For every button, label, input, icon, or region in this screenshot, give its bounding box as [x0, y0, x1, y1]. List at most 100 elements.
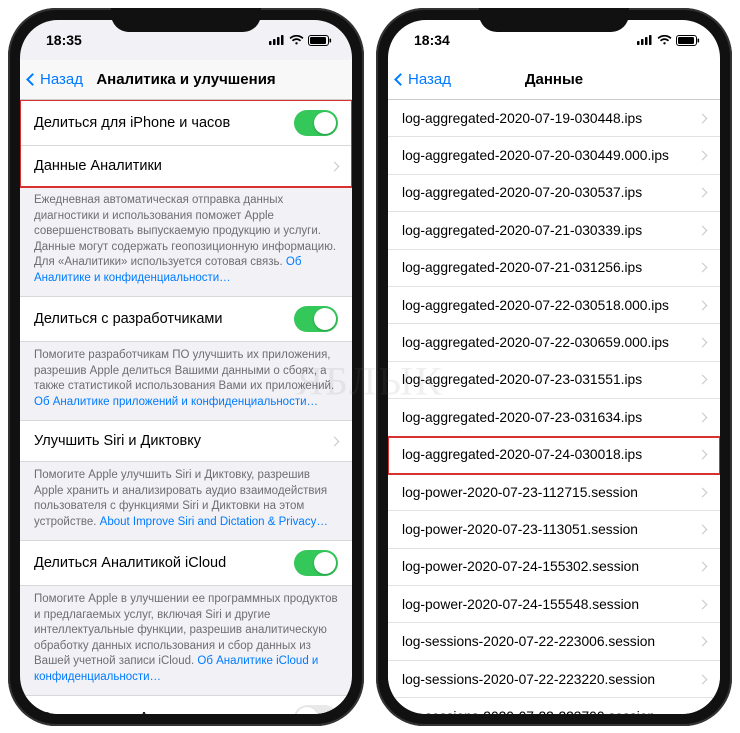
nav-header: Назад Данные: [388, 60, 720, 100]
log-file-row[interactable]: log-aggregated-2020-07-19-030448.ips: [388, 100, 720, 137]
row-analytics-data[interactable]: Данные Аналитики: [20, 146, 352, 186]
label: Делиться Аналитикой iCloud: [34, 555, 226, 571]
log-file-row[interactable]: log-aggregated-2020-07-24-030018.ips: [388, 437, 720, 474]
log-file-row[interactable]: log-aggregated-2020-07-21-031256.ips: [388, 250, 720, 287]
signal-icon: [269, 35, 285, 45]
chevron-right-icon: [698, 188, 708, 198]
footer-icloud: Помогите Apple в улучшении ее программны…: [20, 586, 352, 695]
log-file-row[interactable]: log-sessions-2020-07-22-223220.session: [388, 661, 720, 698]
log-file-name: log-aggregated-2020-07-21-030339.ips: [402, 223, 642, 238]
label: Улучшить Siri и Диктовку: [34, 433, 201, 449]
log-file-row[interactable]: log-sessions-2020-07-22-223006.session: [388, 623, 720, 660]
log-file-row[interactable]: log-power-2020-07-24-155548.session: [388, 586, 720, 623]
group-health: «Здоровье» и «Активность»: [20, 695, 352, 714]
chevron-right-icon: [698, 525, 708, 535]
status-time: 18:35: [46, 32, 82, 48]
log-file-name: log-aggregated-2020-07-22-030659.000.ips: [402, 335, 669, 350]
back-button[interactable]: Назад: [396, 71, 451, 88]
log-file-row[interactable]: log-power-2020-07-24-155302.session: [388, 549, 720, 586]
notch: [479, 8, 629, 32]
screen-right: 18:34 Назад Данные log-aggregated-2020-0…: [388, 20, 720, 714]
log-file-row[interactable]: log-aggregated-2020-07-20-030537.ips: [388, 175, 720, 212]
log-file-name: log-aggregated-2020-07-22-030518.000.ips: [402, 298, 669, 313]
log-file-row[interactable]: log-aggregated-2020-07-21-030339.ips: [388, 212, 720, 249]
chevron-right-icon: [698, 412, 708, 422]
log-file-name: log-sessions-2020-07-22-223220.session: [402, 672, 655, 687]
chevron-right-icon: [698, 225, 708, 235]
log-file-name: log-aggregated-2020-07-23-031551.ips: [402, 372, 642, 387]
back-label: Назад: [408, 71, 451, 88]
log-file-row[interactable]: log-sessions-2020-07-22-223700.session: [388, 698, 720, 714]
log-file-name: log-aggregated-2020-07-21-031256.ips: [402, 260, 642, 275]
chevron-right-icon: [698, 674, 708, 684]
battery-icon: [308, 35, 332, 46]
chevron-right-icon: [330, 436, 340, 446]
wifi-icon: [289, 35, 304, 46]
log-file-row[interactable]: log-power-2020-07-23-113051.session: [388, 511, 720, 548]
content-right[interactable]: log-aggregated-2020-07-19-030448.ips log-…: [388, 100, 720, 714]
log-file-name: log-power-2020-07-24-155302.session: [402, 559, 639, 574]
footer-siri: Помогите Apple улучшить Siri и Диктовку,…: [20, 462, 352, 540]
row-share-devs[interactable]: Делиться с разработчиками: [20, 297, 352, 341]
chevron-right-icon: [698, 375, 708, 385]
label: «Здоровье» и «Активность»: [34, 710, 223, 714]
signal-icon: [637, 35, 653, 45]
switch-share-analytics[interactable]: [294, 110, 338, 136]
link-about-siri[interactable]: About Improve Siri and Dictation & Priva…: [100, 516, 328, 528]
screen-left: 18:35 Назад Аналитика и улучшения Делить…: [20, 20, 352, 714]
row-icloud-analytics[interactable]: Делиться Аналитикой iCloud: [20, 541, 352, 585]
content-left: Делиться для iPhone и часов Данные Анали…: [20, 100, 352, 714]
phone-right: 18:34 Назад Данные log-aggregated-2020-0…: [376, 8, 732, 726]
switch-icloud-analytics[interactable]: [294, 550, 338, 576]
row-share-iphone-watch[interactable]: Делиться для iPhone и часов: [20, 101, 352, 146]
chevron-right-icon: [698, 637, 708, 647]
chevron-right-icon: [330, 161, 340, 171]
status-time: 18:34: [414, 32, 450, 48]
log-file-name: log-power-2020-07-23-113051.session: [402, 522, 638, 537]
label: Делиться с разработчиками: [34, 311, 222, 327]
log-file-row[interactable]: log-aggregated-2020-07-23-031634.ips: [388, 399, 720, 436]
status-icons: [637, 35, 700, 46]
row-health[interactable]: «Здоровье» и «Активность»: [20, 696, 352, 714]
switch-share-devs[interactable]: [294, 306, 338, 332]
group-icloud-analytics: Делиться Аналитикой iCloud: [20, 540, 352, 586]
chevron-right-icon: [698, 599, 708, 609]
label: Данные Аналитики: [34, 158, 162, 174]
phone-left: 18:35 Назад Аналитика и улучшения Делить…: [8, 8, 364, 726]
notch: [111, 8, 261, 32]
back-button[interactable]: Назад: [28, 71, 83, 88]
chevron-right-icon: [698, 300, 708, 310]
group-share-analytics: Делиться для iPhone и часов Данные Анали…: [20, 100, 352, 187]
row-improve-siri[interactable]: Улучшить Siri и Диктовку: [20, 421, 352, 461]
log-file-name: log-aggregated-2020-07-23-031634.ips: [402, 410, 642, 425]
switch-health[interactable]: [294, 705, 338, 714]
chevron-right-icon: [698, 151, 708, 161]
log-file-name: log-power-2020-07-24-155548.session: [402, 597, 639, 612]
footer-devs: Помогите разработчикам ПО улучшить их пр…: [20, 342, 352, 420]
log-file-row[interactable]: log-aggregated-2020-07-20-030449.000.ips: [388, 137, 720, 174]
chevron-right-icon: [698, 562, 708, 572]
chevron-right-icon: [698, 113, 708, 123]
link-about-app-analytics[interactable]: Об Аналитике приложений и конфиденциальн…: [34, 396, 318, 408]
chevron-right-icon: [698, 338, 708, 348]
battery-icon: [676, 35, 700, 46]
log-file-name: log-power-2020-07-23-112715.session: [402, 485, 638, 500]
wifi-icon: [657, 35, 672, 46]
log-file-name: log-aggregated-2020-07-20-030537.ips: [402, 185, 642, 200]
log-file-row[interactable]: log-aggregated-2020-07-22-030659.000.ips: [388, 324, 720, 361]
chevron-left-icon: [394, 73, 407, 86]
log-file-name: log-aggregated-2020-07-24-030018.ips: [402, 447, 642, 462]
group-share-devs: Делиться с разработчиками: [20, 296, 352, 342]
log-file-row[interactable]: log-aggregated-2020-07-23-031551.ips: [388, 362, 720, 399]
footer-analytics: Ежедневная автоматическая отправка данны…: [20, 187, 352, 296]
log-file-name: log-sessions-2020-07-22-223700.session: [402, 709, 655, 714]
log-file-name: log-aggregated-2020-07-20-030449.000.ips: [402, 148, 669, 163]
nav-header: Назад Аналитика и улучшения: [20, 60, 352, 100]
log-file-name: log-aggregated-2020-07-19-030448.ips: [402, 111, 642, 126]
chevron-right-icon: [698, 711, 708, 714]
chevron-right-icon: [698, 450, 708, 460]
page-title: Данные: [525, 71, 583, 88]
log-file-row[interactable]: log-power-2020-07-23-112715.session: [388, 474, 720, 511]
log-file-name: log-sessions-2020-07-22-223006.session: [402, 634, 655, 649]
log-file-row[interactable]: log-aggregated-2020-07-22-030518.000.ips: [388, 287, 720, 324]
